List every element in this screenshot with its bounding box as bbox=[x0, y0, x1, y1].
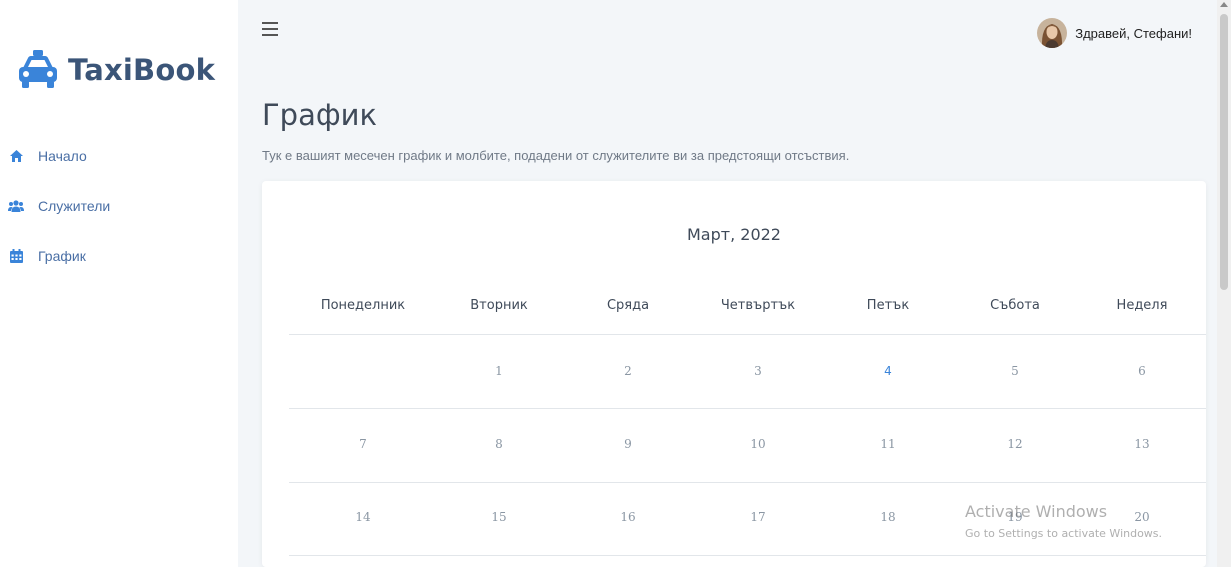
calendar-day[interactable]: 8 bbox=[469, 437, 529, 451]
calendar-day[interactable]: 20 bbox=[1112, 510, 1172, 524]
calendar-day[interactable]: 10 bbox=[728, 437, 788, 451]
calendar-day[interactable]: 13 bbox=[1112, 437, 1172, 451]
calendar-divider bbox=[289, 555, 1206, 556]
weekday-wednesday: Сряда bbox=[606, 298, 650, 313]
calendar-day[interactable]: 3 bbox=[728, 364, 788, 378]
calendar-day[interactable]: 14 bbox=[333, 510, 393, 524]
weekday-monday: Понеделник bbox=[320, 298, 406, 313]
calendar-divider bbox=[289, 482, 1206, 483]
user-menu[interactable]: Здравей, Стефани! bbox=[1037, 18, 1192, 48]
weekday-sunday: Неделя bbox=[1116, 298, 1168, 313]
calendar-divider bbox=[289, 408, 1206, 409]
calendar-month-title: Март, 2022 bbox=[687, 225, 781, 244]
sidebar-item-home[interactable]: Начало bbox=[8, 144, 110, 168]
calendar-day[interactable]: 18 bbox=[858, 510, 918, 524]
calendar-day[interactable]: 16 bbox=[598, 510, 658, 524]
calendar-day[interactable]: 15 bbox=[469, 510, 529, 524]
calendar-card: Март, 2022 Понеделник Вторник Сряда Четв… bbox=[262, 181, 1206, 567]
sidebar-item-label: График bbox=[38, 248, 86, 264]
calendar-day[interactable]: 12 bbox=[985, 437, 1045, 451]
users-icon bbox=[8, 198, 24, 214]
calendar-day[interactable]: 7 bbox=[333, 437, 393, 451]
calendar-day[interactable]: 5 bbox=[985, 364, 1045, 378]
user-greeting: Здравей, Стефани! bbox=[1075, 25, 1192, 41]
app-logo[interactable]: TaxiBook bbox=[14, 48, 215, 92]
weekday-thursday: Четвъртък bbox=[720, 298, 796, 313]
sidebar-item-label: Начало bbox=[38, 148, 87, 164]
avatar[interactable] bbox=[1037, 18, 1068, 48]
weekday-friday: Петък bbox=[866, 298, 910, 313]
calendar-day[interactable]: 6 bbox=[1112, 364, 1172, 378]
taxi-icon bbox=[19, 50, 57, 88]
hamburger-icon[interactable] bbox=[262, 22, 278, 36]
sidebar-item-schedule[interactable]: График bbox=[8, 244, 110, 268]
calendar-icon bbox=[8, 248, 24, 264]
calendar-day[interactable]: 17 bbox=[728, 510, 788, 524]
page-scrollbar[interactable] bbox=[1217, 0, 1231, 567]
app-name: TaxiBook bbox=[68, 53, 216, 87]
calendar-day[interactable]: 2 bbox=[598, 364, 658, 378]
calendar-day-today[interactable]: 4 bbox=[858, 364, 918, 378]
sidebar-item-label: Служители bbox=[38, 198, 111, 214]
page-title: График bbox=[262, 98, 378, 132]
calendar-day[interactable]: 11 bbox=[858, 437, 918, 451]
calendar-divider bbox=[289, 334, 1206, 335]
scroll-thumb[interactable] bbox=[1220, 14, 1228, 290]
scroll-up-icon[interactable] bbox=[1220, 2, 1228, 7]
page-subtitle: Тук е вашият месечен график и молбите, п… bbox=[262, 148, 850, 163]
home-icon bbox=[8, 148, 24, 164]
weekday-saturday: Събота bbox=[990, 298, 1040, 313]
calendar-day[interactable]: 19 bbox=[985, 510, 1045, 524]
calendar-day[interactable]: 9 bbox=[598, 437, 658, 451]
sidebar: TaxiBook Начало Служители График bbox=[0, 0, 238, 567]
calendar-day[interactable]: 1 bbox=[469, 364, 529, 378]
sidebar-nav: Начало Служители График bbox=[8, 144, 110, 294]
weekday-tuesday: Вторник bbox=[470, 298, 528, 313]
main-content: Здравей, Стефани! График Тук е вашият ме… bbox=[238, 0, 1231, 567]
sidebar-item-employees[interactable]: Служители bbox=[8, 194, 110, 218]
